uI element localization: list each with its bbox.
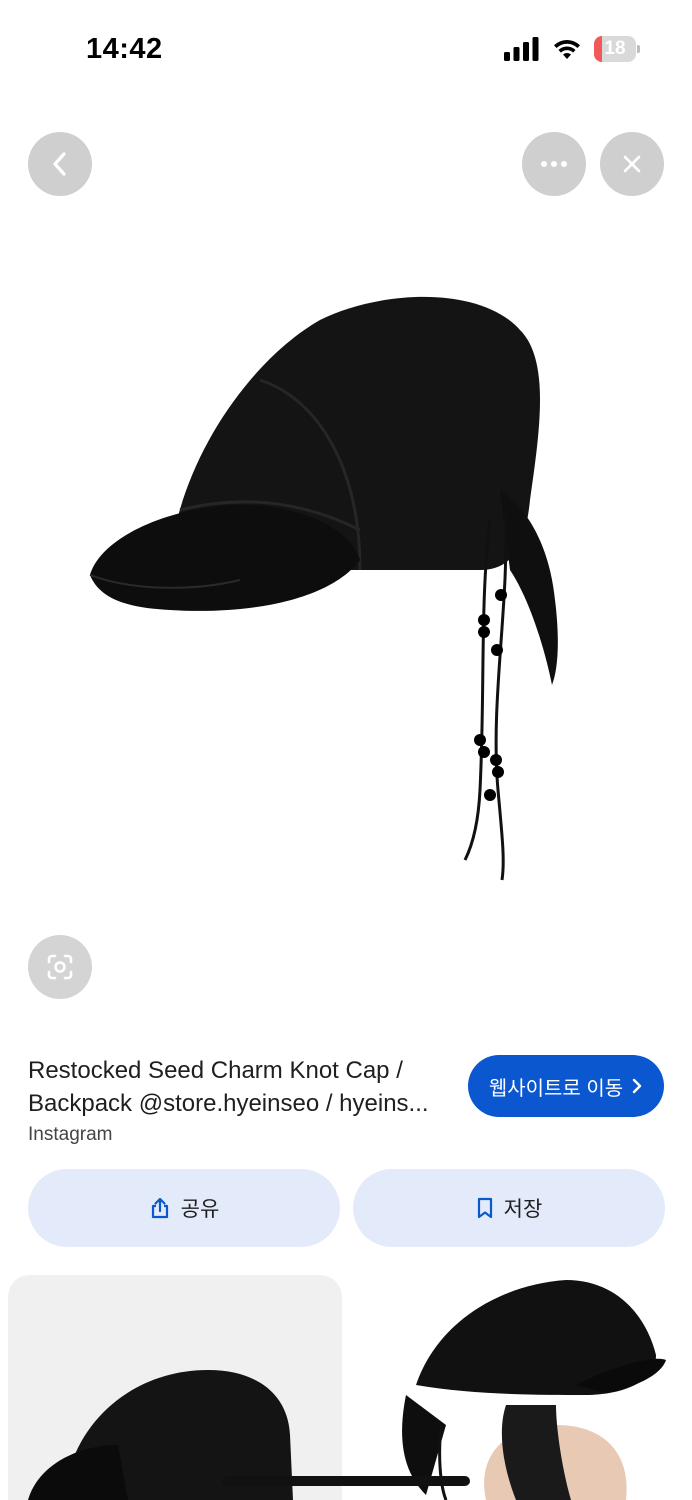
model-thumbnail-2 <box>402 1280 666 1500</box>
chevron-right-icon <box>632 1078 642 1094</box>
result-title-line-2: Backpack @store.hyeinseo / hyeins... <box>28 1090 429 1117</box>
close-button[interactable] <box>600 132 664 196</box>
save-button[interactable]: 저장 <box>353 1169 665 1247</box>
battery-level-text: 18 <box>604 38 626 59</box>
source-name: Instagram <box>28 1124 113 1145</box>
battery-indicator: 18 <box>594 36 640 62</box>
lens-button[interactable] <box>28 935 92 999</box>
lens-icon <box>47 954 73 980</box>
signal-icon <box>504 37 539 61</box>
visit-website-button[interactable]: 웹사이트로 이동 <box>468 1055 664 1117</box>
share-button[interactable]: 공유 <box>28 1169 340 1247</box>
more-options-button[interactable] <box>522 132 586 196</box>
bookmark-icon <box>477 1197 492 1219</box>
related-image-2[interactable] <box>356 1275 692 1500</box>
more-dots-icon <box>541 161 567 167</box>
share-icon <box>151 1197 168 1219</box>
close-icon <box>623 155 641 173</box>
related-image-1[interactable] <box>8 1275 342 1500</box>
share-label: 공유 <box>180 1198 220 1221</box>
product-image[interactable] <box>60 270 620 910</box>
back-button[interactable] <box>28 132 92 196</box>
visit-website-label: 웹사이트로 이동 <box>488 1077 624 1100</box>
status-bar: 14:42 18 <box>0 0 692 100</box>
wifi-icon <box>554 39 580 59</box>
back-arrow-icon <box>53 152 66 176</box>
status-icons: 18 <box>504 36 640 62</box>
result-title-line-1: Restocked Seed Charm Knot Cap / <box>28 1057 403 1084</box>
cap-thumbnail-1 <box>28 1370 293 1500</box>
result-title[interactable]: Restocked Seed Charm Knot Cap / Backpack… <box>28 1054 458 1120</box>
status-time: 14:42 <box>86 33 163 65</box>
save-label: 저장 <box>503 1198 543 1221</box>
home-indicator <box>222 1476 470 1486</box>
